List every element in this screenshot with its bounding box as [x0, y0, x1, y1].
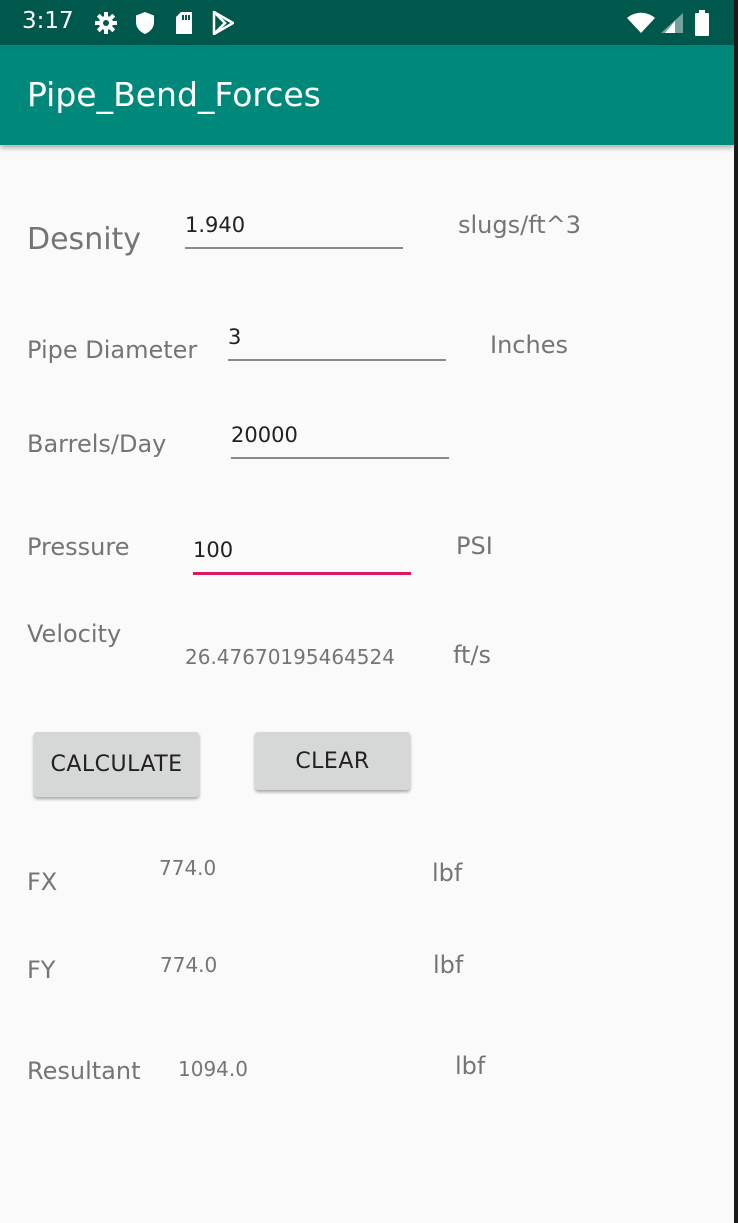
shield-icon: [136, 12, 154, 34]
density-unit: slugs/ft^3: [458, 211, 582, 239]
pipe-diameter-unit: Inches: [490, 331, 568, 359]
calculate-button[interactable]: CALCULATE: [34, 732, 199, 797]
fy-label: FY: [27, 956, 56, 984]
barrels-per-day-label: Barrels/Day: [27, 430, 167, 458]
pressure-unit: PSI: [456, 532, 493, 560]
barrels-per-day-input[interactable]: [231, 423, 449, 447]
fx-value: 774.0: [159, 856, 217, 880]
pressure-field[interactable]: [193, 538, 411, 575]
clear-button[interactable]: CLEAR: [255, 732, 410, 790]
status-time: 3:17: [22, 8, 74, 34]
app-bar: Pipe_Bend_Forces: [0, 45, 734, 145]
pipe-diameter-input[interactable]: [228, 325, 446, 349]
sd-card-icon: [176, 12, 192, 34]
fx-label: FX: [27, 868, 58, 896]
battery-icon: [695, 10, 709, 36]
play-store-icon: [212, 11, 234, 35]
signal-icon: [661, 13, 683, 33]
pressure-input[interactable]: [193, 538, 411, 562]
velocity-unit: ft/s: [453, 641, 492, 669]
resultant-unit: lbf: [455, 1052, 486, 1080]
fx-unit: lbf: [432, 859, 463, 887]
resultant-value: 1094.0: [178, 1057, 248, 1081]
fy-unit: lbf: [433, 951, 464, 979]
velocity-label: Velocity: [27, 620, 122, 648]
fy-value: 774.0: [160, 953, 218, 977]
barrels-per-day-field[interactable]: [231, 423, 449, 459]
density-input[interactable]: [185, 213, 403, 237]
wifi-icon: [627, 12, 655, 33]
density-label: Desnity: [27, 222, 142, 257]
app-screen: 3:17 Pipe_Bend_Forces Desnity 1.940 slug…: [0, 0, 734, 1223]
pressure-label: Pressure: [27, 533, 130, 561]
resultant-label: Resultant: [27, 1057, 141, 1085]
pipe-diameter-field[interactable]: [228, 325, 446, 361]
velocity-value: 26.47670195464524: [185, 645, 395, 669]
pipe-diameter-label: Pipe Diameter: [27, 336, 198, 364]
screen-edge: [734, 0, 738, 1223]
gear-icon: [95, 12, 117, 34]
status-bar: 3:17: [0, 0, 734, 45]
app-title: Pipe_Bend_Forces: [27, 75, 321, 114]
density-field[interactable]: [185, 213, 403, 249]
